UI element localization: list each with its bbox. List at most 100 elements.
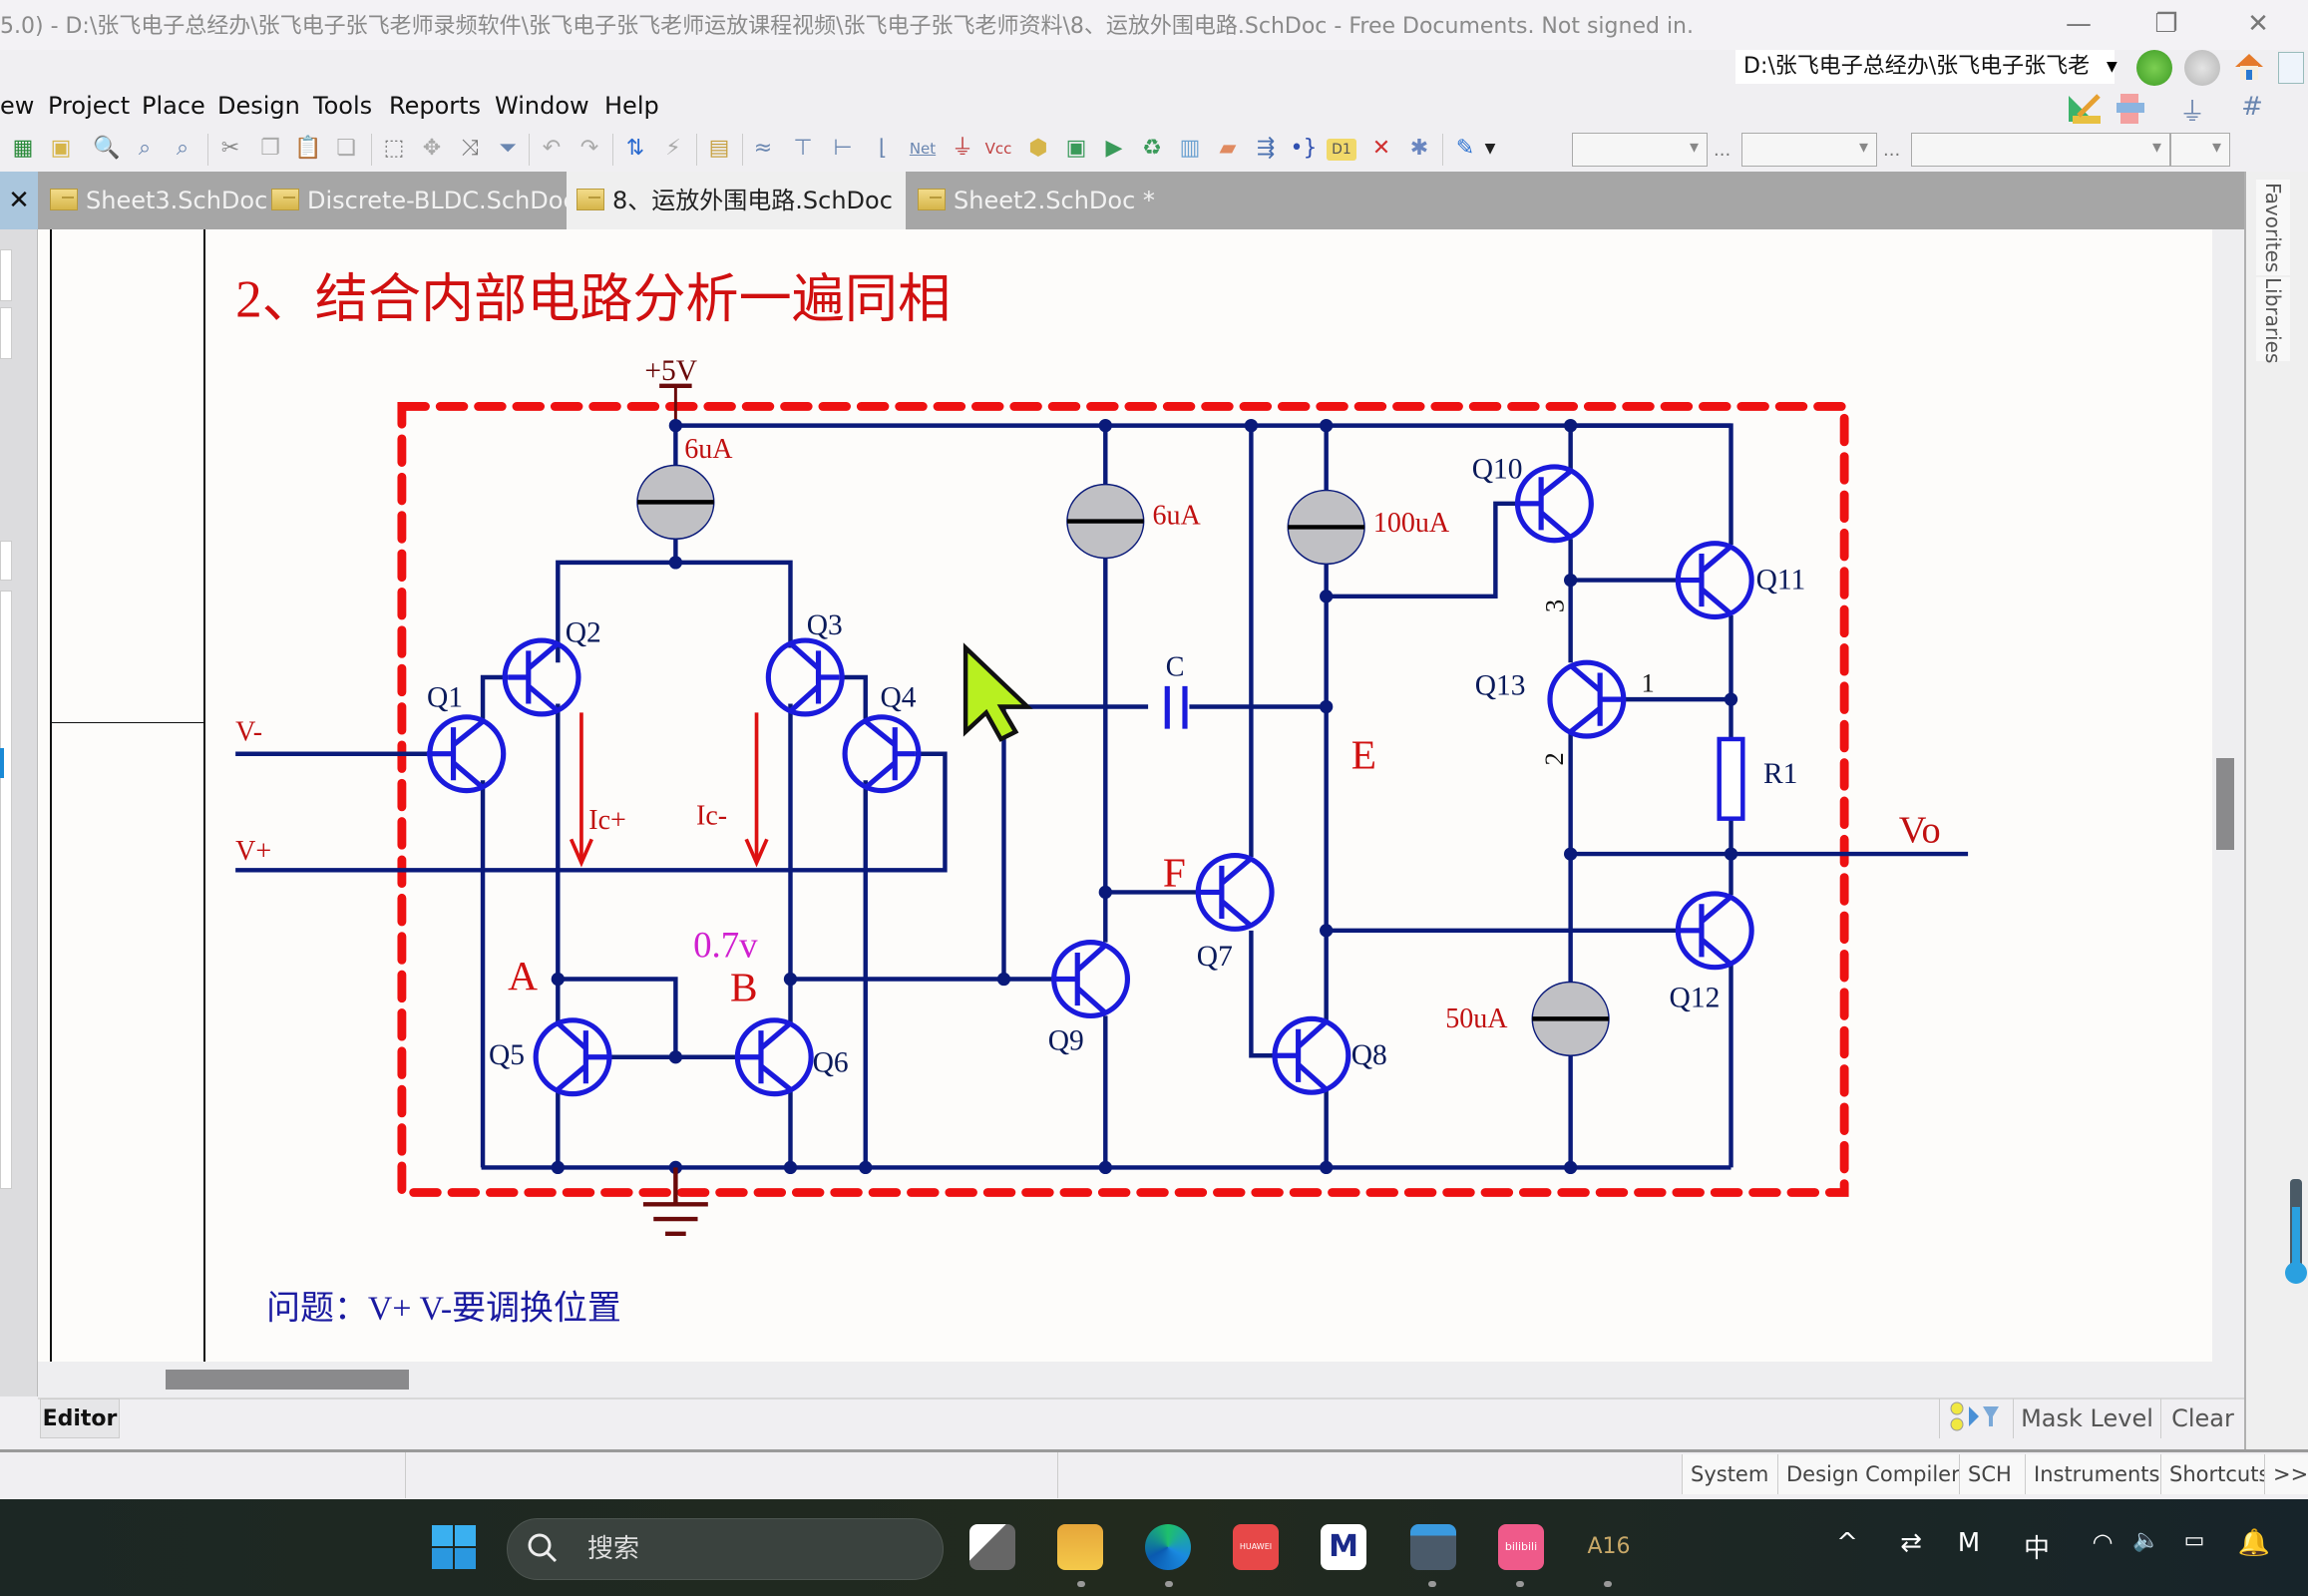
clear-filter-icon[interactable]: ⏷ (493, 134, 523, 164)
browse-library-icon[interactable]: ▤ (704, 134, 734, 164)
net-label-icon[interactable]: Net (908, 134, 938, 164)
huawei-app-icon[interactable]: HUAWEI (1233, 1524, 1279, 1570)
net-flag-icon[interactable]: ⌊ (868, 134, 898, 164)
paste-icon[interactable]: 📋 (293, 134, 323, 164)
altium-designer-icon[interactable]: A16 (1586, 1524, 1632, 1570)
diff-pair-icon[interactable]: ✱ (1404, 134, 1434, 164)
menu-window[interactable]: Window (495, 92, 589, 120)
clear-button[interactable]: Clear (2160, 1398, 2244, 1438)
document-path-input[interactable]: D:\张飞电子总经办\张飞电子张飞老 (1735, 50, 2115, 84)
file-explorer-icon[interactable] (1057, 1524, 1103, 1570)
dock-tab-libraries[interactable]: Libraries (2256, 277, 2290, 363)
wifi-icon[interactable]: ◠ (2083, 1528, 2122, 1556)
part-icon[interactable]: D1 (1327, 139, 1356, 161)
grid-icon[interactable]: # (2234, 92, 2270, 126)
back-arrow-icon[interactable] (2136, 50, 2172, 86)
harness-connector-icon[interactable]: •} (1289, 134, 1319, 164)
align-tools-icon[interactable] (2115, 92, 2150, 126)
cut-icon[interactable]: ✂ (215, 134, 245, 164)
editor-tab[interactable]: Editor (40, 1398, 120, 1438)
menu-design[interactable]: Design (217, 92, 300, 120)
notification-bell-icon[interactable]: 🔔 (2234, 1528, 2274, 1558)
pen-dropdown-icon[interactable]: ▼ (1482, 134, 1498, 164)
mask-level-button[interactable]: Mask Level (2013, 1398, 2160, 1438)
sheet-symbol-icon[interactable]: ▣ (1061, 134, 1091, 164)
input-method-icon[interactable]: 中 (2017, 1528, 2057, 1565)
tray-overflow-icon[interactable]: ^ (1827, 1528, 1867, 1558)
toolbar-combo-3[interactable] (1911, 133, 2170, 167)
tab-opamp-circuit[interactable]: 8、运放外围电路.SchDoc (567, 172, 906, 229)
volume-icon[interactable]: 🔈 (2126, 1528, 2166, 1553)
path-dropdown-icon[interactable]: ▼ (2107, 50, 2130, 84)
maximize-button[interactable]: ❐ (2136, 4, 2196, 44)
drafting-tools-icon[interactable] (2065, 92, 2105, 126)
cross-probe-icon[interactable]: ⤨ (455, 134, 485, 164)
vcc-port-icon[interactable]: Vcc (983, 134, 1013, 164)
gnd-port-icon[interactable]: ⏚ (948, 134, 977, 164)
bilibili-icon[interactable]: bilibili (1498, 1524, 1544, 1570)
tab-discrete-bldc[interactable]: Discrete-BLDC.SchDoc (261, 172, 577, 229)
rubber-stamp-icon[interactable]: ❏ (331, 134, 361, 164)
toolbar-combo-1[interactable] (1572, 133, 1708, 167)
toolbar-combo-4[interactable] (2170, 133, 2230, 167)
bus-icon[interactable]: ⊤ (788, 134, 818, 164)
redo-icon[interactable]: ↷ (575, 134, 604, 164)
open-docs-icon[interactable]: ▣ (46, 134, 76, 164)
dock-tab-favorites[interactable]: Favorites (2256, 180, 2290, 275)
horizontal-scrollbar-thumb[interactable] (166, 1370, 409, 1390)
board-icon[interactable]: ▦ (8, 134, 38, 164)
windows-start-icon[interactable] (431, 1524, 477, 1570)
battery-icon[interactable]: ▭ (2174, 1528, 2214, 1553)
tray-mindmaster-icon[interactable]: M (1949, 1528, 1989, 1558)
menu-help[interactable]: Help (604, 92, 659, 120)
close-button[interactable]: ✕ (2228, 4, 2288, 44)
menu-reports[interactable]: Reports (389, 92, 481, 120)
status-system[interactable]: System (1682, 1454, 1777, 1494)
device-sheet-icon[interactable]: ♻ (1137, 134, 1167, 164)
copy-icon[interactable]: ❐ (255, 134, 285, 164)
pen-icon[interactable]: ✎ (1450, 134, 1480, 164)
left-panel[interactable] (0, 229, 38, 1396)
close-panel-icon[interactable]: ✕ (0, 172, 38, 229)
zoom-fit-icon[interactable]: 🔍 (92, 134, 122, 164)
select-area-icon[interactable]: ⬚ (379, 134, 409, 164)
hierarchy-icon[interactable]: ⇅ (620, 134, 650, 164)
refresh-document-icon[interactable] (2278, 52, 2304, 84)
move-icon[interactable]: ✥ (417, 134, 447, 164)
zoom-area-icon[interactable]: ⌕ (130, 134, 160, 164)
bus-entry-icon[interactable]: ⊢ (828, 134, 858, 164)
taskbar-search-input[interactable]: 搜索 (507, 1518, 944, 1580)
no-erc-icon[interactable]: ✕ (1366, 134, 1396, 164)
status-sch[interactable]: SCH (1959, 1454, 2025, 1494)
minimize-button[interactable]: — (2049, 4, 2109, 44)
schematic-canvas[interactable] (38, 229, 2212, 1362)
zoom-selected-icon[interactable]: ⌕ (168, 134, 197, 164)
status-design-compiler[interactable]: Design Compiler (1777, 1454, 1960, 1494)
signal-harness-icon[interactable]: ⇶ (1251, 134, 1281, 164)
status-instruments[interactable]: Instruments (2025, 1454, 2160, 1494)
wire-icon[interactable]: ≈ (748, 134, 778, 164)
port-icon[interactable]: ⬢ (1023, 134, 1053, 164)
power-ports-icon[interactable]: ⏚ (2174, 92, 2210, 128)
toolbar-combo-2[interactable] (1741, 133, 1877, 167)
mindmaster-icon[interactable]: M (1321, 1524, 1366, 1570)
vertical-scrollbar-thumb[interactable] (2216, 758, 2234, 850)
menu-place[interactable]: Place (142, 92, 205, 120)
tab-sheet2[interactable]: Sheet2.SchDoc * (908, 172, 1155, 229)
tray-settings-icon[interactable]: ⇄ (1891, 1528, 1931, 1558)
filter-icon[interactable] (1939, 1398, 2013, 1438)
menu-tools[interactable]: Tools (313, 92, 372, 120)
edge-browser-icon[interactable] (1145, 1524, 1191, 1570)
menu-project[interactable]: Project (48, 92, 130, 120)
task-view-icon[interactable] (969, 1524, 1015, 1570)
undo-icon[interactable]: ↶ (537, 134, 567, 164)
status-shortcuts[interactable]: Shortcuts (2160, 1454, 2269, 1494)
sheet-entry-icon[interactable]: ▶ (1099, 134, 1129, 164)
home-icon[interactable] (2232, 50, 2266, 84)
tab-sheet3[interactable]: Sheet3.SchDoc (40, 172, 267, 229)
harness-entry-icon[interactable]: ▰ (1213, 134, 1243, 164)
status-more[interactable]: >> (2264, 1454, 2308, 1494)
calculator-icon[interactable] (1410, 1524, 1456, 1570)
harness-icon[interactable]: ▥ (1175, 134, 1205, 164)
forward-arrow-icon[interactable] (2184, 50, 2220, 86)
